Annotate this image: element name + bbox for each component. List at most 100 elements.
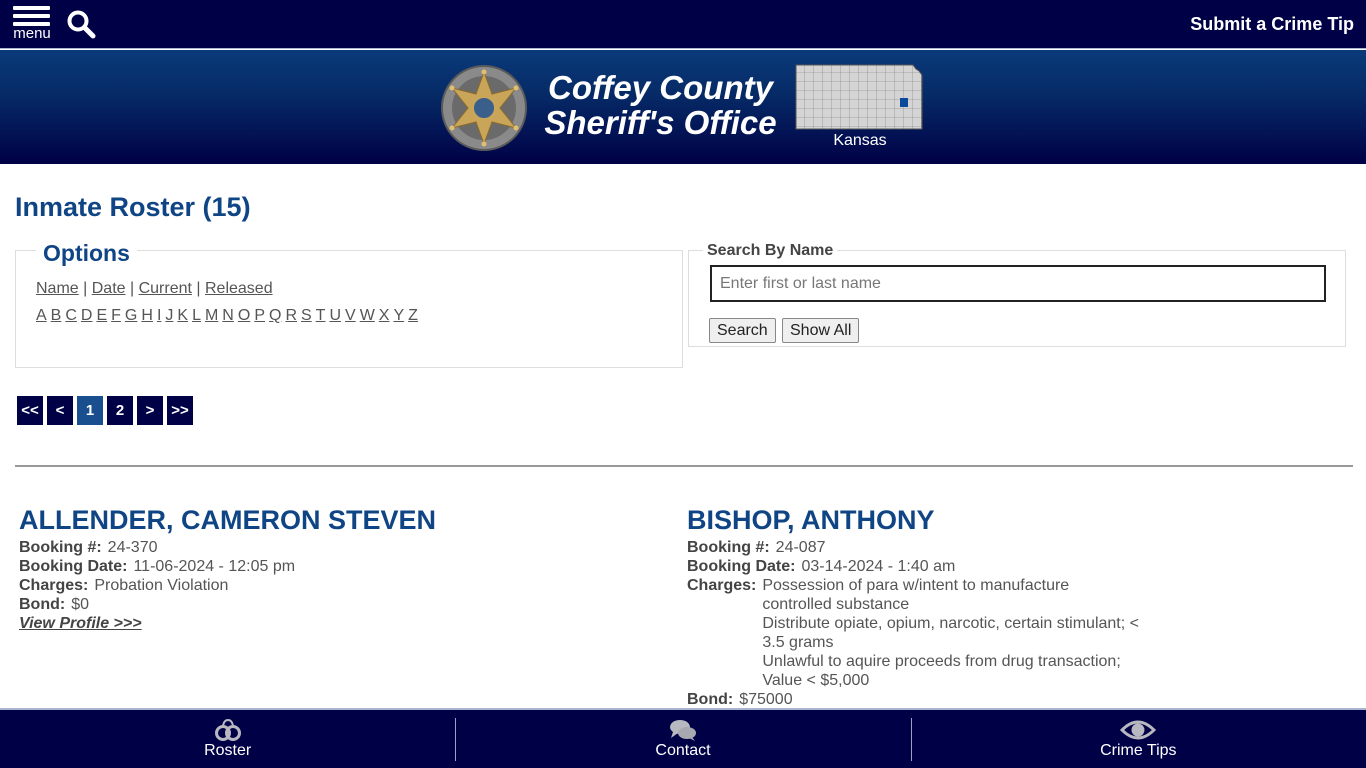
nav-contact-label: Contact [655,742,711,759]
previous-page-button[interactable]: < [47,396,73,425]
chat-bubbles-icon [669,720,696,741]
bond-value: $75000 [739,691,793,708]
letter-filter-t[interactable]: T [316,307,326,324]
search-legend: Search By Name [703,242,838,260]
last-page-button[interactable]: >> [167,396,193,425]
kansas-map-icon [795,63,927,133]
sheriff-star-badge-icon[interactable] [440,64,528,152]
charges-value: Possession of para w/intent to manufactu… [762,577,1139,689]
bond-label: Bond: [19,596,66,613]
name-search-input[interactable] [710,265,1326,302]
nav-crime-tips[interactable]: Crime Tips [910,710,1366,768]
menu-button[interactable]: menu [12,4,52,42]
site-title-line2: Sheriff's Office [544,104,777,141]
letter-filter-w[interactable]: W [360,307,375,324]
sort-by-name-link[interactable]: Name [36,280,79,297]
letter-filter-j[interactable]: J [165,307,173,324]
letter-filter-v[interactable]: V [345,307,356,324]
booking-date-label: Booking Date: [687,558,796,575]
eye-icon [1120,720,1157,740]
letter-filter-c[interactable]: C [65,307,77,324]
letter-filter-k[interactable]: K [177,307,188,324]
booking-number-label: Booking #: [19,539,102,556]
options-panel: Options Name | Date | Current | Released… [15,240,683,368]
filter-released-link[interactable]: Released [205,280,273,297]
letter-filter-q[interactable]: Q [269,307,281,324]
letter-filter-h[interactable]: H [141,307,153,324]
charges-label: Charges: [19,577,89,594]
booking-date-row: Booking Date: 11-06-2024 - 12:05 pm [19,557,659,576]
charges-row: Charges: Probation Violation [19,576,659,595]
bond-row: Bond: $0 [19,595,659,614]
pagination: << < 1 2 > >> [17,396,193,425]
show-all-button[interactable]: Show All [782,318,860,343]
letter-filter-m[interactable]: M [205,307,218,324]
inmate-card: ALLENDER, CAMERON STEVEN Booking #: 24-3… [19,503,659,633]
bottom-navigation: Roster Contact Crime Tips [0,708,1366,768]
inmate-name[interactable]: ALLENDER, CAMERON STEVEN [19,503,659,537]
letter-filter-p[interactable]: P [254,307,265,324]
nav-roster-label: Roster [204,742,252,759]
letter-filter-s[interactable]: S [301,307,312,324]
nav-crime-tips-label: Crime Tips [1100,742,1177,759]
bond-label: Bond: [687,691,734,708]
letter-filter-g[interactable]: G [125,307,137,324]
top-bar: menu Submit a Crime Tip [0,0,1366,49]
letter-filter-d[interactable]: D [81,307,93,324]
letter-filter-r[interactable]: R [285,307,297,324]
booking-date-value: 11-06-2024 - 12:05 pm [133,558,296,575]
next-page-button[interactable]: > [137,396,163,425]
letter-filter: ABCDEFGHIJKLMNOPQRSTUVWXYZ [36,307,422,325]
page-title: Inmate Roster (15) [15,192,251,222]
submit-crime-tip-link[interactable]: Submit a Crime Tip [1190,14,1354,35]
letter-filter-e[interactable]: E [96,307,107,324]
site-title-line1: Coffey County [548,69,773,106]
site-banner: Coffey County Sheriff's Office Kansas [0,50,1366,164]
bond-row: Bond: $75000 [687,690,1327,709]
options-legend: Options [36,240,137,267]
bond-value: $0 [71,596,89,613]
divider [15,465,1353,467]
letter-filter-l[interactable]: L [192,307,201,324]
letter-filter-f[interactable]: F [111,307,121,324]
charges-value: Probation Violation [94,577,229,594]
letter-filter-o[interactable]: O [238,307,250,324]
inmate-card: BISHOP, ANTHONY Booking #: 24-087 Bookin… [687,503,1327,709]
booking-date-row: Booking Date: 03-14-2024 - 1:40 am [687,557,1327,576]
letter-filter-n[interactable]: N [222,307,234,324]
letter-filter-z[interactable]: Z [408,307,418,324]
hamburger-icon-bar [13,14,50,18]
booking-number-value: 24-087 [775,539,826,556]
first-page-button[interactable]: << [17,396,43,425]
booking-number-row: Booking #: 24-087 [687,538,1327,557]
view-profile-link[interactable]: View Profile >>> [19,614,142,633]
page-2-button[interactable]: 2 [107,396,133,425]
site-title: Coffey County Sheriff's Office [538,70,783,140]
letter-filter-a[interactable]: A [36,307,47,324]
search-button[interactable]: Search [709,318,776,343]
booking-number-label: Booking #: [687,539,770,556]
filter-current-link[interactable]: Current [139,280,192,297]
letter-filter-x[interactable]: X [379,307,390,324]
booking-date-value: 03-14-2024 - 1:40 am [801,558,956,575]
letter-filter-u[interactable]: U [329,307,341,324]
search-icon[interactable] [66,9,98,41]
page-1-button[interactable]: 1 [77,396,103,425]
booking-number-row: Booking #: 24-370 [19,538,659,557]
hamburger-icon [13,6,50,10]
letter-filter-y[interactable]: Y [393,307,404,324]
nav-roster[interactable]: Roster [0,710,455,768]
booking-date-label: Booking Date: [19,558,128,575]
sort-links: Name | Date | Current | Released [36,280,273,297]
letter-filter-i[interactable]: I [157,307,161,324]
menu-label: menu [13,25,51,42]
inmate-name[interactable]: BISHOP, ANTHONY [687,503,1327,537]
letter-filter-b[interactable]: B [51,307,62,324]
charges-row: Charges: Possession of para w/intent to … [687,576,1327,690]
handcuffs-icon [214,718,241,741]
state-label: Kansas [833,132,887,149]
nav-contact[interactable]: Contact [455,710,910,768]
search-panel: Search By Name Search Show All [688,242,1346,347]
booking-number-value: 24-370 [107,539,158,556]
sort-by-date-link[interactable]: Date [92,280,126,297]
